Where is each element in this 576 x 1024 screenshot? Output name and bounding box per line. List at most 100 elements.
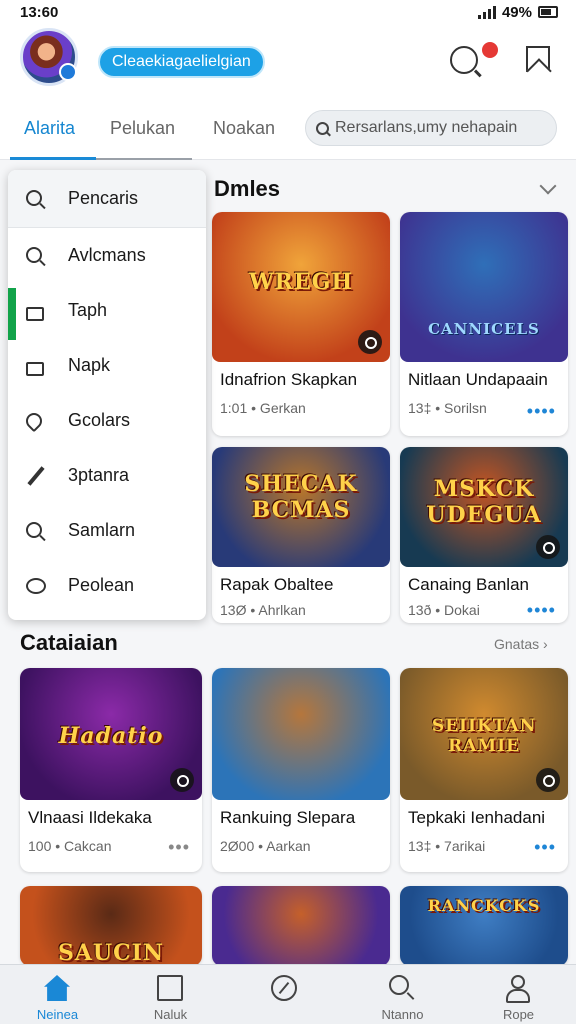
game-title: Nitlaan Undapaain bbox=[408, 370, 548, 389]
game-meta: 13‡ • 7arikai bbox=[408, 838, 486, 854]
game-title: Rapak Obaltee bbox=[220, 575, 334, 594]
username-pill[interactable]: Cleaekiagaelielgian bbox=[98, 46, 265, 78]
game-title: Canaing Banlan bbox=[408, 575, 529, 594]
game-thumbnail: CANNICELS bbox=[400, 212, 568, 362]
menu-item-label: Peolean bbox=[68, 575, 135, 595]
game-logo: CANNICELS bbox=[428, 320, 540, 338]
share-icon bbox=[26, 577, 46, 594]
menu-item-label: Napk bbox=[68, 355, 111, 375]
play-icon[interactable] bbox=[536, 768, 560, 792]
search-icon bbox=[26, 521, 42, 538]
app-header: Cleaekiagaelielgian bbox=[0, 24, 576, 102]
menu-item-taph[interactable]: Taph bbox=[8, 283, 206, 338]
tab-noakan[interactable]: Noakan bbox=[213, 118, 275, 139]
share-upload-icon bbox=[26, 361, 44, 376]
game-thumbnail: MSKCK UDEGUA bbox=[400, 447, 568, 567]
more-options-icon[interactable]: ••• bbox=[534, 838, 556, 856]
game-card[interactable]: WREGH Idnafrion Skapkan 1:01 • Gerkan bbox=[212, 212, 390, 436]
status-time: 13:60 bbox=[20, 3, 59, 21]
avatar-badge-icon bbox=[59, 63, 77, 81]
home-icon bbox=[44, 975, 70, 1001]
search-icon bbox=[26, 246, 42, 263]
menu-item-label: Avlcmans bbox=[68, 245, 146, 265]
menu-item-label: 3ptanra bbox=[68, 465, 130, 485]
chevron-down-icon[interactable] bbox=[539, 177, 557, 195]
play-icon[interactable] bbox=[170, 768, 194, 792]
game-card[interactable]: CANNICELS Nitlaan Undapaain 13‡ • Sorils… bbox=[400, 212, 568, 436]
game-logo: WREGH bbox=[248, 269, 354, 295]
tab-pelukan[interactable]: Pelukan bbox=[110, 118, 175, 139]
search-icon[interactable] bbox=[450, 46, 478, 74]
game-logo: MSKCK UDEGUA bbox=[426, 475, 542, 528]
tab-alarita[interactable]: Alarita bbox=[24, 118, 75, 139]
more-options-icon[interactable]: •••• bbox=[527, 601, 556, 619]
library-icon bbox=[157, 975, 183, 1001]
game-title: Tepkaki Ienhadani bbox=[408, 808, 546, 827]
user-icon bbox=[505, 975, 530, 1003]
nav-explore[interactable] bbox=[227, 965, 342, 1024]
see-all-label: Gnatas bbox=[494, 636, 540, 652]
avatar[interactable] bbox=[20, 28, 78, 86]
game-logo: Hadatio bbox=[58, 723, 164, 750]
menu-item-label: Pencaris bbox=[68, 188, 139, 208]
game-meta: 1:01 • Gerkan bbox=[220, 400, 306, 416]
signal-icon bbox=[477, 5, 496, 19]
bookmark-icon[interactable] bbox=[526, 46, 550, 72]
game-thumbnail bbox=[212, 886, 390, 966]
menu-item-label: Samlarn bbox=[68, 520, 136, 540]
search-icon bbox=[389, 975, 409, 995]
nav-label: Ntanno bbox=[381, 1007, 424, 1022]
menu-item-napk[interactable]: Napk bbox=[8, 338, 206, 393]
menu-item-avlcmans[interactable]: Avlcmans bbox=[8, 228, 206, 283]
game-logo: RANCKCKS bbox=[427, 895, 541, 915]
game-meta: 2Ø00 • Aarkan bbox=[220, 838, 311, 854]
tab-bar: Alarita Pelukan Noakan Rersarlans,umy ne… bbox=[0, 102, 576, 160]
game-card[interactable]: Rankuing Slepara 2Ø00 • Aarkan bbox=[212, 668, 390, 872]
game-title: Rankuing Slepara bbox=[220, 808, 356, 827]
game-thumbnail: SHECAK BCMAS bbox=[212, 447, 390, 567]
play-icon[interactable] bbox=[358, 330, 382, 354]
game-thumbnail: SAUCIN bbox=[20, 886, 202, 966]
game-card[interactable]: SHECAK BCMAS Rapak Obaltee 13Ø • Ahrlkan bbox=[212, 447, 390, 623]
nav-library[interactable]: Naluk bbox=[113, 965, 228, 1024]
menu-item-samlarn[interactable]: Samlarn bbox=[8, 503, 206, 558]
game-meta: 13ð • Dokai bbox=[408, 602, 480, 618]
compass-icon bbox=[271, 975, 297, 1001]
game-logo: SHECAK BCMAS bbox=[244, 471, 358, 523]
nav-home[interactable]: Neinea bbox=[0, 965, 115, 1024]
menu-item-label: Taph bbox=[68, 300, 108, 320]
nav-label: Neinea bbox=[36, 1007, 79, 1022]
more-options-icon[interactable]: •••• bbox=[527, 402, 556, 420]
menu-item-peolean[interactable]: Peolean bbox=[8, 558, 206, 613]
game-card[interactable]: RANCKCKS bbox=[400, 886, 568, 966]
game-thumbnail: WREGH bbox=[212, 212, 390, 362]
menu-item-pencaris[interactable]: Pencaris bbox=[8, 170, 206, 228]
game-card[interactable]: SEIIKTAN RAMIE Tepkaki Ienhadani 13‡ • 7… bbox=[400, 668, 568, 872]
search-icon bbox=[26, 189, 42, 206]
nav-search[interactable]: Ntanno bbox=[345, 965, 460, 1024]
game-card[interactable] bbox=[212, 886, 390, 966]
status-bar: 13:60 49% bbox=[0, 0, 576, 24]
game-card[interactable]: MSKCK UDEGUA Canaing Banlan 13ð • Dokai … bbox=[400, 447, 568, 623]
notification-dot-icon bbox=[482, 42, 498, 58]
game-card[interactable]: SAUCIN bbox=[20, 886, 202, 966]
active-tab-indicator bbox=[10, 157, 96, 160]
game-meta: 13‡ • Sorilsn bbox=[408, 400, 487, 416]
game-card[interactable]: Hadatio Vlnaasi Ildekaka 100 • Cakcan ••… bbox=[20, 668, 202, 872]
upload-icon bbox=[26, 306, 44, 321]
menu-item-label: Gcolars bbox=[68, 410, 131, 430]
section-title: Dmles bbox=[214, 176, 281, 201]
more-options-icon[interactable]: ••• bbox=[168, 838, 190, 856]
search-placeholder: Rersarlans,umy nehapain bbox=[335, 119, 518, 136]
play-icon[interactable] bbox=[536, 535, 560, 559]
game-thumbnail: RANCKCKS bbox=[400, 886, 568, 966]
tab-divider bbox=[96, 158, 192, 160]
nav-label: Rope bbox=[502, 1007, 535, 1022]
menu-item-gcolars[interactable]: Gcolars bbox=[8, 393, 206, 448]
game-title: Vlnaasi Ildekaka bbox=[28, 808, 152, 827]
nav-profile[interactable]: Rope bbox=[461, 965, 576, 1024]
game-logo: SEIIKTAN RAMIE bbox=[431, 715, 537, 756]
menu-item-3ptanra[interactable]: 3ptanra bbox=[8, 448, 206, 503]
search-input[interactable]: Rersarlans,umy nehapain bbox=[305, 110, 557, 146]
see-all-link[interactable]: Gnatas › bbox=[494, 636, 548, 652]
